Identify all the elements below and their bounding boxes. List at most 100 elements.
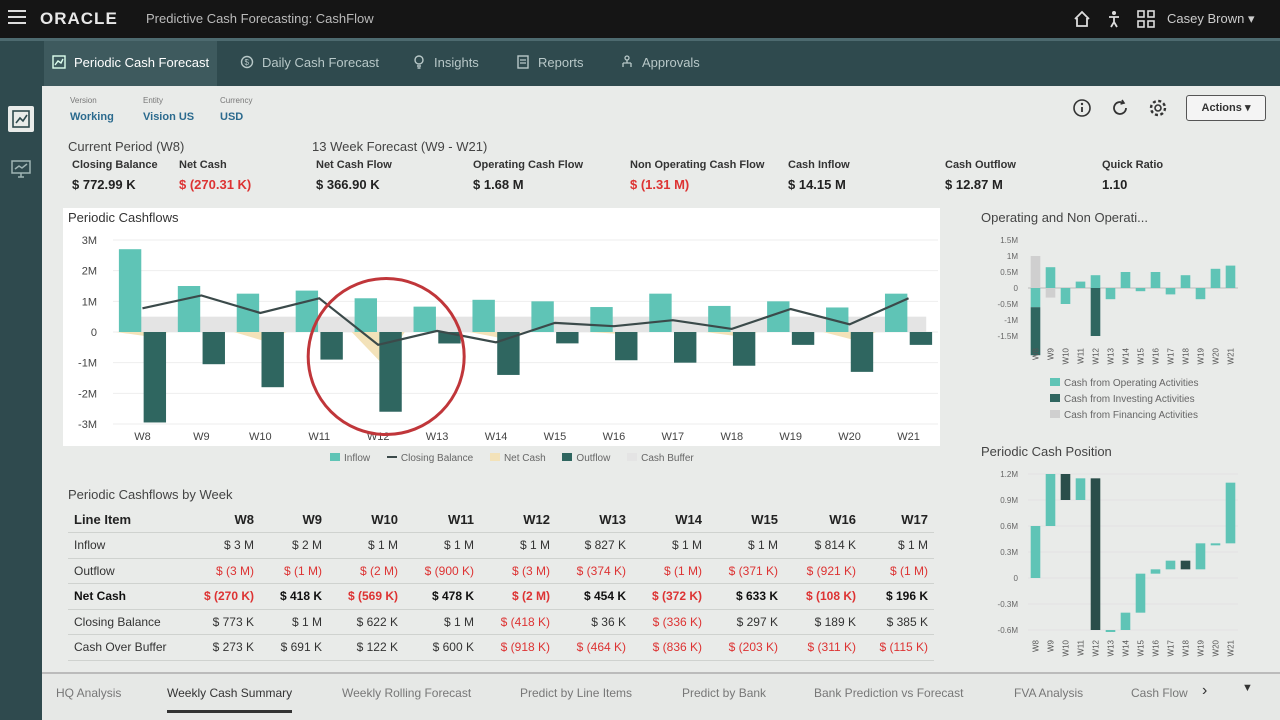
kpi-cash-inflow: Cash Inflow $ 14.15 M xyxy=(788,159,850,192)
table-cell: $ 814 K xyxy=(784,532,862,559)
table-cell: $ (1 M) xyxy=(632,558,708,584)
legend-operating[interactable]: Cash from Operating Activities xyxy=(1050,376,1199,392)
tab-predict-by-bank[interactable]: Predict by Bank xyxy=(682,686,766,700)
col-w17[interactable]: W17 xyxy=(862,507,934,533)
pov-currency[interactable]: Currency USD xyxy=(220,96,252,123)
legend-inflow[interactable]: Inflow xyxy=(330,453,370,464)
tab-fva-analysis[interactable]: FVA Analysis xyxy=(1014,686,1083,700)
accessibility-icon[interactable] xyxy=(1104,9,1124,29)
tab-hq-analysis[interactable]: HQ Analysis xyxy=(56,686,121,700)
home-icon[interactable] xyxy=(1072,9,1092,29)
periodic-cash-position-chart[interactable]: 1.2M 0.9M 0.6M 0.3M 0 -0.3M -0.6M W8 W9 W10 W11 W12… xyxy=(980,464,1250,664)
row-label: Outflow xyxy=(68,558,192,584)
tabs-overflow-icon[interactable]: ▼ xyxy=(1242,682,1253,694)
stacked-bar-segment xyxy=(1225,265,1236,288)
table-cell: $ (108 K) xyxy=(784,583,862,610)
table-cell: $ (918 K) xyxy=(480,634,556,661)
legend-net-cash[interactable]: Net Cash xyxy=(489,453,546,464)
tab-weekly-cash-summary[interactable]: Weekly Cash Summary xyxy=(167,686,293,713)
x-tick-label: W19 xyxy=(1197,347,1206,364)
navigator-grid-icon[interactable] xyxy=(1136,9,1156,29)
outflow-bar xyxy=(320,332,343,360)
x-tick-label: W19 xyxy=(1197,639,1206,656)
pov-entity[interactable]: Entity Vision US xyxy=(143,96,194,123)
legend-closing-balance[interactable]: Closing Balance xyxy=(386,453,473,464)
table-cell: $ 1 M xyxy=(480,532,556,559)
kpi-closing-balance: Closing Balance $ 772.99 K xyxy=(72,159,158,192)
stacked-bar-segment xyxy=(1105,288,1116,300)
x-tick-label: W8 xyxy=(134,431,151,443)
col-w13[interactable]: W13 xyxy=(556,507,632,533)
col-line-item[interactable]: Line Item xyxy=(68,507,192,533)
kpi-cash-outflow: Cash Outflow $ 12.87 M xyxy=(945,159,1016,192)
chevron-down-icon: ▾ xyxy=(1247,11,1255,26)
y-tick-label: 0.6M xyxy=(1000,522,1018,531)
x-tick-label: W11 xyxy=(1077,639,1086,655)
periodic-cashflows-chart[interactable]: 3M2M1M0-1M-2M-3MW8 W9 W10 W11 W12 W13 W14 W15 W1… xyxy=(63,226,940,446)
col-w15[interactable]: W15 xyxy=(708,507,784,533)
pov-version[interactable]: Version Working xyxy=(70,96,114,123)
x-tick-label: W12 xyxy=(1092,639,1101,656)
y-tick-label: 0.9M xyxy=(1000,496,1018,505)
col-w14[interactable]: W14 xyxy=(632,507,708,533)
legend-financing[interactable]: Cash from Financing Activities xyxy=(1050,408,1199,424)
table-cell: $ 1 M xyxy=(708,532,784,559)
hamburger-menu-icon[interactable] xyxy=(8,10,26,24)
x-tick-label: W16 xyxy=(1152,639,1161,656)
table-cell: $ 454 K xyxy=(556,583,632,610)
tab-predict-by-line-items[interactable]: Predict by Line Items xyxy=(520,686,632,700)
gear-icon[interactable] xyxy=(1148,98,1168,118)
table-row: Inflow $ 3 M $ 2 M $ 1 M $ 1 M $ 1 M $ 827 K $ … xyxy=(68,532,934,559)
x-tick-label: W16 xyxy=(1152,347,1161,364)
outflow-bar xyxy=(850,332,874,372)
operating-nonoperating-chart[interactable]: 1.5M 1M 0.5M 0 -0.5M -1M -1.5M W8 W9 W10 W11 W12 W13… xyxy=(980,228,1250,368)
tab-weekly-rolling-forecast[interactable]: Weekly Rolling Forecast xyxy=(342,686,471,700)
scroll-right-icon[interactable]: › xyxy=(1202,682,1207,700)
dashboard-rail-icon[interactable] xyxy=(8,106,34,132)
legend-investing[interactable]: Cash from Investing Activities xyxy=(1050,392,1199,408)
y-tick-label: 0 xyxy=(1014,284,1019,293)
stacked-bar-segment xyxy=(1180,275,1191,288)
col-w12[interactable]: W12 xyxy=(480,507,556,533)
x-tick-label: W12 xyxy=(1092,347,1101,364)
operating-chart-title: Operating and Non Operati... xyxy=(981,210,1148,225)
tab-approvals[interactable]: Approvals xyxy=(620,41,700,86)
tab-cash-flow[interactable]: Cash Flow xyxy=(1131,686,1188,700)
table-cell: $ 418 K xyxy=(260,583,328,610)
col-w10[interactable]: W10 xyxy=(328,507,404,533)
refresh-icon[interactable] xyxy=(1110,98,1130,118)
legend-outflow[interactable]: Outflow xyxy=(562,453,610,464)
outflow-bar xyxy=(143,332,167,423)
x-tick-label: W14 xyxy=(1122,347,1131,364)
reports-icon xyxy=(517,55,529,69)
tab-reports[interactable]: Reports xyxy=(516,41,584,86)
inflow-bar xyxy=(118,249,142,332)
monitor-rail-icon[interactable] xyxy=(8,156,34,182)
waterfall-bar xyxy=(1090,478,1101,630)
actions-button[interactable]: Actions ▾ xyxy=(1186,95,1266,121)
table-cell: $ 385 K xyxy=(862,609,934,635)
tab-periodic-cash-forecast[interactable]: Periodic Cash Forecast xyxy=(44,41,218,86)
col-w9[interactable]: W9 xyxy=(260,507,328,533)
col-w16[interactable]: W16 xyxy=(784,507,862,533)
tab-insights[interactable]: Insights xyxy=(412,41,479,86)
legend-cash-buffer[interactable]: Cash Buffer xyxy=(627,453,694,464)
x-tick-label: W9 xyxy=(1047,639,1056,652)
tab-daily-cash-forecast[interactable]: $ Daily Cash Forecast xyxy=(240,41,379,86)
inflow-bar xyxy=(413,306,436,332)
tab-bank-prediction-vs-forecast[interactable]: Bank Prediction vs Forecast xyxy=(814,686,963,700)
table-header-row: Line Item W8 W9 W10 W11 W12 W13 W14 W15 … xyxy=(68,507,934,533)
table-cell: $ 273 K xyxy=(192,634,260,661)
col-w11[interactable]: W11 xyxy=(404,507,480,533)
info-icon[interactable] xyxy=(1072,98,1092,118)
col-w8[interactable]: W8 xyxy=(192,507,260,533)
row-label: Closing Balance xyxy=(68,609,192,635)
table-cell: $ 297 K xyxy=(708,609,784,635)
user-menu[interactable]: Casey Brown ▾ xyxy=(1167,11,1254,27)
table-cell: $ 1 M xyxy=(862,532,934,559)
inflow-bar xyxy=(472,299,495,332)
inflow-bar xyxy=(177,286,201,332)
table-cell: $ 1 M xyxy=(328,532,404,559)
x-tick-label: W18 xyxy=(1182,347,1191,364)
stacked-bar-segment xyxy=(1030,288,1041,308)
